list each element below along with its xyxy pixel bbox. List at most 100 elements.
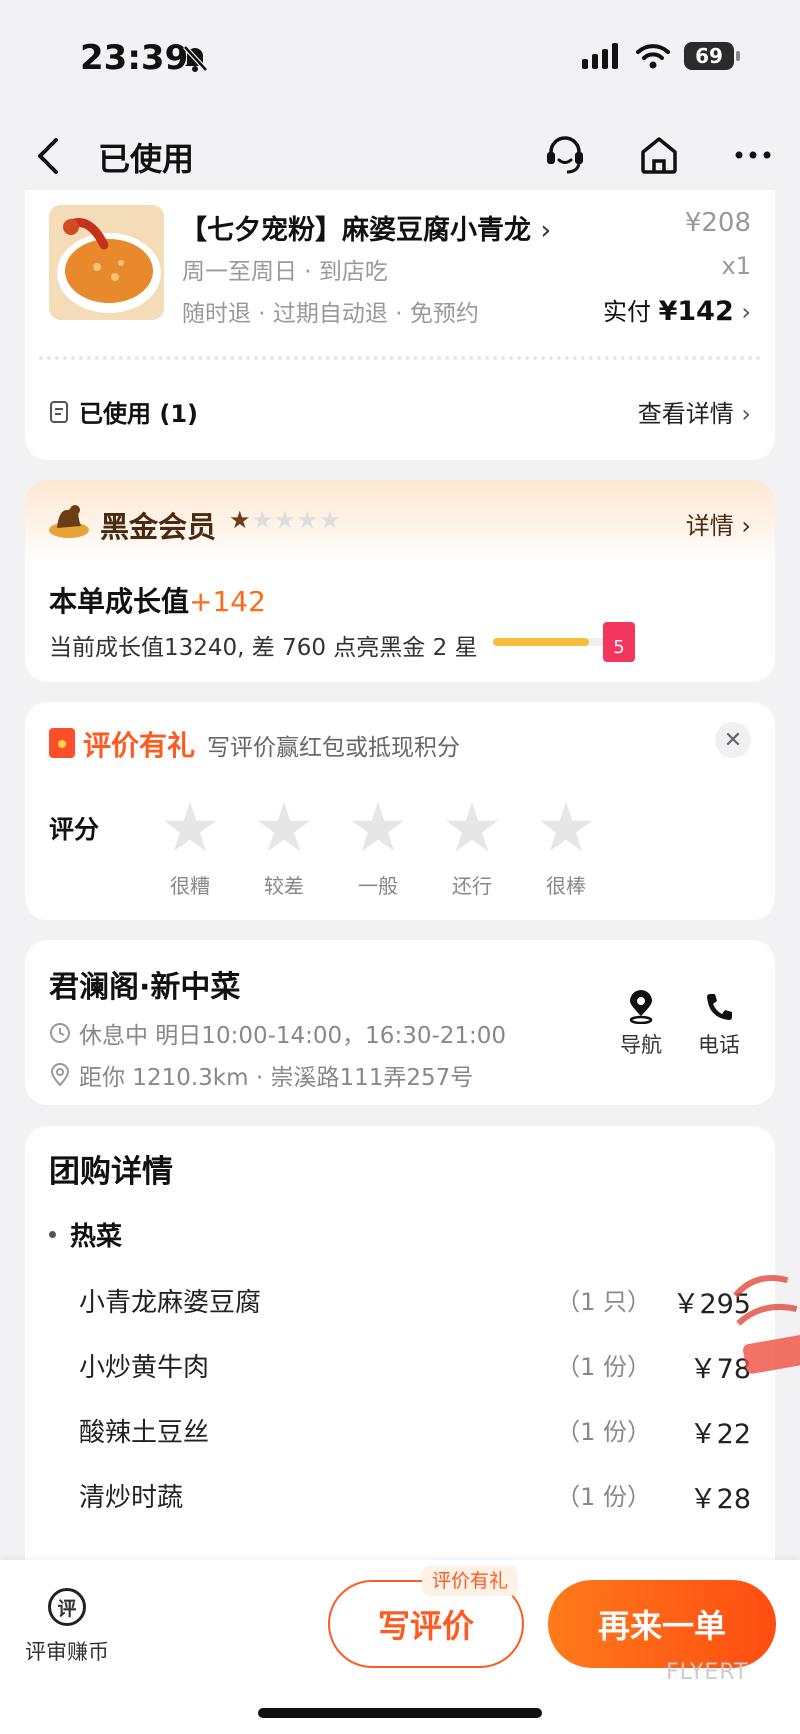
navigate-button[interactable]: 导航 [611, 990, 671, 1059]
bell-mute-icon [183, 45, 208, 72]
dish-name: 小青龙麻婆豆腐 [79, 1288, 262, 1318]
dish-name: 小炒黄牛肉 [79, 1353, 210, 1383]
product-quantity: x1 [721, 252, 751, 280]
phone-label: 电话 [698, 1033, 740, 1057]
rating-level-label: 还行 [452, 874, 492, 898]
red-packet-icon [49, 728, 75, 758]
wifi-icon [636, 44, 670, 69]
membership-detail-link[interactable]: 详情 › [686, 506, 751, 541]
dish-price: ￥28 [689, 1484, 751, 1515]
flyert-watermark-logo: FLYERT [666, 1660, 749, 1685]
growth-progress-bar [493, 638, 613, 646]
order-product-card: 【七夕宠粉】麻婆豆腐小青龙 › ¥208 周一至周日 · 到店吃 x1 随时退 … [25, 190, 775, 460]
home-icon[interactable] [636, 132, 682, 178]
rating-label: 评分 [49, 815, 100, 844]
view-detail-link[interactable]: 查看详情 › [638, 394, 751, 429]
growth-progress-text: 当前成长值13240, 差 760 点亮黑金 2 星 [49, 635, 478, 661]
rating-star-4[interactable]: ★ 还行 [425, 794, 519, 899]
review-earn-label: 评审赚币 [25, 1640, 109, 1664]
rating-star-2[interactable]: ★ 较差 [237, 794, 331, 899]
nav-bar: 已使用 [0, 110, 800, 200]
rating-level-label: 较差 [264, 874, 304, 898]
dish-name: 清炒时蔬 [79, 1483, 184, 1513]
shop-info-card[interactable]: 君澜阁·新中菜 休息中 明日10:00-14:00，16:30-21:00 距你… [25, 940, 775, 1105]
close-icon[interactable]: ✕ [715, 722, 751, 758]
star-empty-icon: ★ [251, 506, 275, 534]
shop-hours-row: 休息中 明日10:00-14:00，16:30-21:00 [49, 1016, 506, 1050]
star-icon: ★ [347, 789, 409, 868]
used-label: 已使用 (1) [79, 400, 198, 428]
rating-stars: ★ 很糟 ★ 较差 ★ 一般 ★ 还行 ★ 很棒 [143, 794, 613, 899]
status-bar: 23:39 69 [0, 0, 800, 110]
rating-level-label: 很棒 [546, 874, 586, 898]
bottom-action-bar: 评 评审赚币 写评价 评价有礼 再来一单 FLYERT [0, 1560, 800, 1734]
group-detail-title: 团购详情 [49, 1154, 173, 1190]
dish-category: 热菜 [49, 1216, 122, 1253]
growth-value: 本单成长值+142 [49, 585, 266, 618]
dish-row: 小青龙麻婆豆腐 （1 只） ￥295 [79, 1282, 751, 1322]
more-icon[interactable] [730, 132, 776, 178]
membership-logo-icon [49, 505, 89, 538]
dish-quantity: （1 只） [556, 1288, 651, 1316]
phone-icon [707, 994, 732, 1020]
bullet-dot [49, 1231, 56, 1238]
review-reward-card: 评价有礼 写评价赢红包或抵现积分 ✕ 评分 ★ 很糟 ★ 较差 ★ 一般 ★ 还行 ★ 很… [25, 702, 775, 920]
dish-quantity: （1 份） [556, 1353, 651, 1381]
paid-amount[interactable]: 实付 ¥142 › [603, 292, 751, 327]
dish-row: 清炒时蔬 （1 份） ￥28 [79, 1477, 751, 1517]
review-reward-badge: 评价有礼 [422, 1566, 519, 1596]
star-icon: ★ [441, 789, 503, 868]
navigation-pin-icon [629, 990, 653, 1025]
rating-level-label: 很糟 [170, 874, 210, 898]
star-empty-icon: ★ [319, 506, 342, 534]
home-indicator [258, 1708, 542, 1718]
original-price: ¥208 [684, 208, 751, 238]
rating-star-3[interactable]: ★ 一般 [331, 794, 425, 899]
battery-indicator: 69 [684, 42, 740, 70]
used-status-row: 已使用 (1) [49, 394, 198, 429]
review-reward-title: 评价有礼 [83, 729, 196, 762]
product-schedule: 周一至周日 · 到店吃 [182, 259, 388, 285]
star-filled-icon: ★ [229, 506, 252, 534]
review-earn-coins-button[interactable]: 评 评审赚币 [22, 1588, 112, 1666]
review-reward-subtitle: 写评价赢红包或抵现积分 [207, 735, 460, 761]
star-icon: ★ [535, 789, 597, 868]
review-coin-icon: 评 [48, 1588, 86, 1626]
star-empty-icon: ★ [274, 506, 297, 534]
dish-name: 酸辣土豆丝 [79, 1418, 210, 1448]
status-time: 23:39 [80, 38, 189, 78]
product-title[interactable]: 【七夕宠粉】麻婆豆腐小青龙 › [180, 208, 551, 247]
phone-button[interactable]: 电话 [689, 990, 749, 1059]
shop-location-row: 距你 1210.3km · 崇溪路111弄257号 [49, 1058, 473, 1092]
shop-location: 距你 1210.3km · 崇溪路111弄257号 [79, 1065, 474, 1091]
star-icon: ★ [159, 789, 221, 868]
reorder-button[interactable]: 再来一单 [548, 1580, 776, 1668]
dish-price: ￥22 [689, 1419, 751, 1450]
product-policies: 随时退 · 过期自动退 · 免预约 [182, 301, 479, 327]
membership-title: 黑金会员 [100, 510, 217, 544]
dish-row: 小炒黄牛肉 （1 份） ￥78 [79, 1347, 751, 1387]
document-icon [50, 400, 68, 423]
back-arrow-icon[interactable] [30, 134, 70, 178]
membership-card: 黑金会员 ★★★★★ 详情 › 本单成长值+142 当前成长值13240, 差 … [25, 480, 775, 682]
dish-row: 酸辣土豆丝 （1 份） ￥22 [79, 1412, 751, 1452]
page-title: 已使用 [98, 140, 195, 178]
location-pin-icon [50, 1063, 70, 1087]
customer-service-icon[interactable] [542, 132, 588, 178]
navigate-label: 导航 [620, 1033, 662, 1057]
red-envelope-icon[interactable]: 5 [603, 622, 635, 662]
shop-name: 君澜阁·新中菜 [49, 970, 241, 1005]
product-thumbnail[interactable] [49, 205, 164, 320]
growth-progress-fill [493, 638, 589, 646]
clock-icon [50, 1023, 70, 1043]
rating-star-1[interactable]: ★ 很糟 [143, 794, 237, 899]
rating-star-5[interactable]: ★ 很棒 [519, 794, 613, 899]
rating-level-label: 一般 [358, 874, 398, 898]
star-icon: ★ [253, 789, 315, 868]
star-empty-icon: ★ [296, 506, 320, 534]
dish-quantity: （1 份） [556, 1418, 651, 1446]
signal-icon [582, 43, 618, 69]
ticket-divider [39, 356, 761, 360]
dish-quantity: （1 份） [556, 1483, 651, 1511]
shop-hours: 休息中 明日10:00-14:00，16:30-21:00 [79, 1023, 507, 1049]
